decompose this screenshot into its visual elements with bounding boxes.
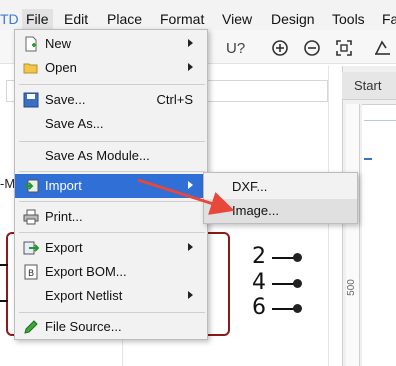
submenu-item-label: Image... bbox=[232, 203, 279, 218]
app-title-fragment: TD bbox=[0, 11, 19, 27]
menu-view[interactable]: View bbox=[222, 11, 252, 27]
menu-item-label: Print... bbox=[45, 209, 83, 224]
bom-icon: B bbox=[24, 264, 38, 280]
folder-icon bbox=[23, 63, 38, 74]
pin-number: 4 bbox=[252, 270, 266, 295]
printer-icon bbox=[23, 209, 39, 225]
menu-item-label: Export bbox=[45, 240, 83, 255]
menu-separator bbox=[19, 141, 205, 142]
menu-edit[interactable]: Edit bbox=[64, 11, 88, 27]
submenu-item-dxf[interactable]: DXF... bbox=[204, 175, 357, 199]
pin-endpoint[interactable] bbox=[293, 253, 302, 262]
menu-item-print[interactable]: Print... bbox=[15, 205, 207, 229]
menu-item-label: New bbox=[45, 36, 72, 51]
pin-number: 2 bbox=[252, 244, 266, 269]
menu-separator bbox=[19, 312, 205, 313]
menu-item-label: Export BOM... bbox=[45, 264, 127, 279]
pencil-icon bbox=[24, 320, 38, 334]
sheet-marker bbox=[364, 158, 372, 160]
pin-stub-left bbox=[0, 264, 8, 266]
submenu-arrow-icon bbox=[188, 243, 193, 251]
submenu-item-label: DXF... bbox=[232, 179, 268, 194]
export-icon bbox=[23, 241, 39, 255]
pin-endpoint[interactable] bbox=[293, 304, 302, 313]
zoom-in-icon[interactable] bbox=[270, 38, 290, 58]
pin-endpoint[interactable] bbox=[293, 279, 302, 288]
menu-file[interactable]: File bbox=[22, 9, 53, 29]
pin-number: 6 bbox=[252, 295, 266, 320]
shortcut-label: Ctrl+S bbox=[156, 92, 193, 107]
menu-tools[interactable]: Tools bbox=[332, 11, 365, 27]
zoom-out-icon[interactable] bbox=[302, 38, 322, 58]
tab-start-label: Start bbox=[354, 78, 382, 93]
submenu-arrow-icon bbox=[188, 39, 193, 47]
menu-separator bbox=[19, 232, 205, 233]
menu-item-open[interactable]: Open bbox=[15, 56, 207, 80]
menu-item-import[interactable]: Import bbox=[15, 174, 207, 198]
new-document-icon bbox=[25, 36, 37, 52]
menu-separator bbox=[19, 201, 205, 202]
sheet-border bbox=[364, 120, 396, 121]
menu-separator bbox=[19, 84, 205, 85]
menu-item-file-source[interactable]: File Source... bbox=[15, 315, 207, 339]
tab-start[interactable]: Start bbox=[342, 72, 396, 100]
menu-item-label: Save As Module... bbox=[45, 148, 150, 163]
menu-place[interactable]: Place bbox=[107, 11, 142, 27]
menu-item-label: Import bbox=[45, 178, 82, 193]
menu-item-save-as[interactable]: Save As... bbox=[15, 112, 207, 136]
ruler-label: 500 bbox=[345, 279, 357, 296]
menu-item-label: Save As... bbox=[45, 116, 104, 131]
file-menu: New Open Save... Ctrl+S Save As... Save … bbox=[14, 29, 208, 340]
menu-item-label: Open bbox=[45, 60, 77, 75]
submenu-arrow-icon bbox=[188, 291, 193, 299]
submenu-arrow-icon bbox=[188, 181, 193, 189]
menu-item-label: File Source... bbox=[45, 319, 122, 334]
save-disk-icon bbox=[23, 92, 39, 108]
menu-item-label: Save... bbox=[45, 92, 86, 107]
menu-design[interactable]: Design bbox=[271, 11, 315, 27]
menu-item-export-bom[interactable]: B Export BOM... bbox=[15, 260, 207, 284]
submenu-arrow-icon bbox=[188, 63, 193, 71]
underline-u-icon[interactable]: U? bbox=[226, 40, 245, 57]
menu-separator bbox=[19, 171, 205, 172]
vertical-ruler bbox=[346, 104, 360, 366]
schematic-sheet[interactable] bbox=[362, 104, 396, 366]
rotate-icon[interactable] bbox=[372, 38, 394, 58]
import-icon bbox=[24, 179, 39, 193]
menu-item-label: Export Netlist bbox=[45, 288, 123, 303]
menu-format[interactable]: Format bbox=[160, 11, 204, 27]
menu-item-save-as-module[interactable]: Save As Module... bbox=[15, 144, 207, 168]
menu-item-export[interactable]: Export bbox=[15, 236, 207, 260]
menu-item-export-netlist[interactable]: Export Netlist bbox=[15, 284, 207, 308]
menu-item-new[interactable]: New bbox=[15, 32, 207, 56]
import-submenu: DXF... Image... bbox=[203, 172, 358, 224]
partial-label: -M bbox=[0, 176, 16, 191]
menu-fab-partial[interactable]: Fa bbox=[382, 11, 396, 27]
submenu-item-image[interactable]: Image... bbox=[204, 199, 357, 223]
menu-item-save[interactable]: Save... Ctrl+S bbox=[15, 88, 207, 112]
pin-stub-left bbox=[0, 300, 8, 302]
svg-text:B: B bbox=[28, 269, 34, 279]
fit-screen-icon[interactable] bbox=[334, 38, 354, 58]
